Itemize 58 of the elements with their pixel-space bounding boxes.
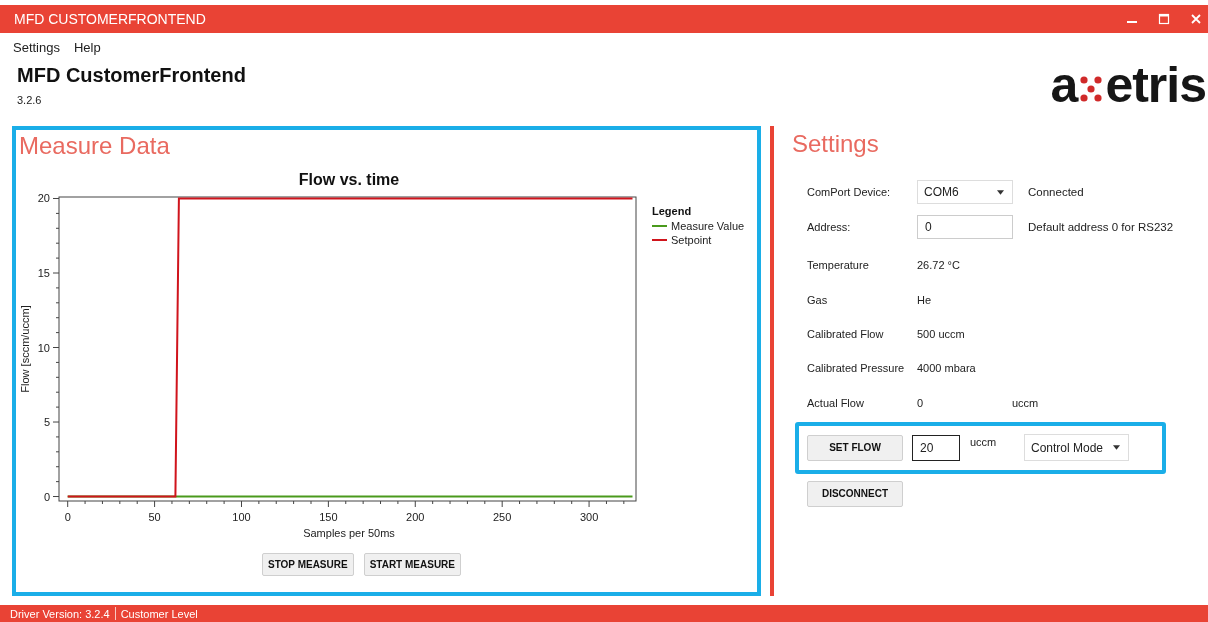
panel-heading: Settings	[791, 130, 880, 158]
reading-value: He	[917, 293, 933, 306]
app-title: MFD CustomerFrontend	[17, 64, 246, 87]
close-icon[interactable]	[1190, 13, 1202, 25]
tick-label: 0	[43, 490, 50, 503]
tick-label: 300	[579, 511, 599, 523]
axis-label: Flow [sccm/uccm]	[19, 305, 31, 393]
control-mode-dropdown[interactable]: Control Mode	[1024, 434, 1129, 462]
reading-value: 0	[917, 396, 925, 409]
reading-label: Calibrated Pressure	[807, 362, 906, 375]
comport-dropdown[interactable]: COM6	[917, 180, 1013, 204]
measure-button[interactable]: STOP MEASURE	[262, 553, 354, 576]
unit-label: uccm	[970, 435, 998, 448]
reading-label: Temperature	[807, 259, 870, 272]
set-flow-button[interactable]: SET FLOW	[807, 434, 903, 461]
tick-label: 15	[37, 267, 50, 279]
unit-label: uccm	[1012, 396, 1039, 409]
reading-label: Calibrated Flow	[807, 327, 885, 340]
tick-label: 200	[406, 511, 425, 523]
field-label: Address:	[807, 221, 852, 233]
reading-label: Gas	[807, 293, 829, 306]
status-text: Driver Version: 3.2.4	[10, 607, 110, 620]
caret-icon	[1113, 445, 1120, 451]
disconnect-button[interactable]: DISCONNECT	[807, 480, 903, 507]
reading-label: Actual Flow	[807, 396, 865, 409]
reading-value: 500 uccm	[917, 327, 966, 340]
flow-input[interactable]: 20	[912, 434, 960, 461]
status-text: Connected	[1028, 186, 1084, 198]
tick-label: 100	[232, 511, 251, 523]
status-text: Customer Level	[120, 607, 198, 620]
logo-text: a	[1050, 60, 1078, 110]
version-label: 3.2.6	[17, 94, 43, 106]
hint-text: Default address 0 for RS232	[1028, 221, 1174, 233]
tick-label: 20	[37, 192, 50, 205]
panel-heading: Measure Data	[18, 132, 171, 160]
legend-title: Legend	[652, 205, 692, 217]
tick-label: 150	[319, 511, 338, 523]
tick-label: 0	[64, 511, 71, 523]
caret-icon	[997, 189, 1004, 195]
axis-label: Samples per 50ms	[303, 527, 395, 539]
dots-x-icon	[1079, 74, 1104, 104]
maximize-icon[interactable]	[1158, 13, 1170, 25]
tick-label: 10	[37, 341, 50, 354]
legend-label: Measure Value	[671, 220, 745, 232]
reading-value: 26.72 °C	[917, 259, 961, 272]
menu-item[interactable]: Settings	[13, 40, 60, 58]
measure-button[interactable]: START MEASURE	[363, 553, 461, 576]
chart-title: Flow vs. time	[298, 171, 400, 188]
tick-label: 250	[493, 511, 512, 523]
window-title: MFD CUSTOMERFRONTEND	[14, 11, 206, 27]
field-label: ComPort Device:	[807, 186, 892, 198]
address-field[interactable]: 0	[917, 215, 1013, 239]
legend-label: Setpoint	[671, 234, 712, 246]
tick-label: 5	[43, 416, 50, 428]
tick-label: 50	[148, 511, 161, 523]
reading-value: 4000 mbara	[917, 362, 977, 375]
logo-text: etris	[1105, 60, 1206, 110]
menu-item[interactable]: Help	[74, 40, 101, 58]
